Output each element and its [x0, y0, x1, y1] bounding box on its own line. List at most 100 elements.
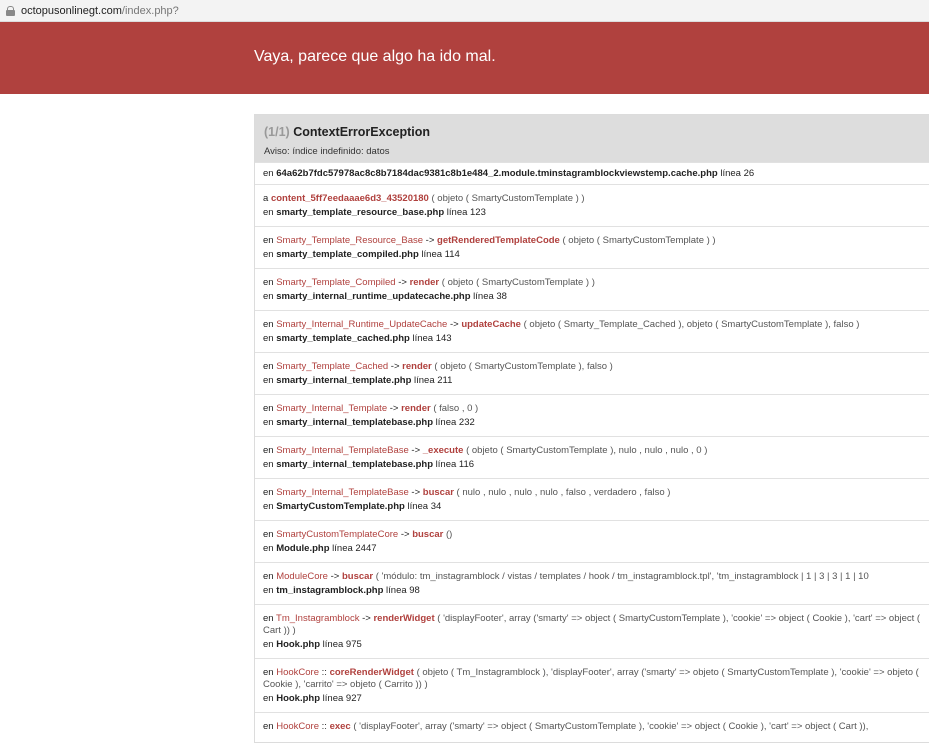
stack-frame: en Tm_Instagramblock -> renderWidget ( '…	[255, 604, 929, 658]
frame-operator: ::	[319, 667, 330, 678]
frame-class: Smarty_Internal_TemplateBase	[276, 487, 409, 498]
frame-operator: ->	[359, 613, 374, 624]
frame-prefix: en	[263, 319, 277, 330]
frame-operator: ->	[423, 235, 438, 246]
frame-operator: ->	[388, 361, 403, 372]
frame-prefix: en	[263, 667, 277, 678]
frame-file-prefix: en	[263, 291, 277, 302]
frame-line: línea 34	[404, 501, 442, 512]
frame-class: ModuleCore	[276, 571, 328, 582]
frame-function: exec	[329, 721, 351, 732]
url-path: /index.php?	[121, 4, 179, 17]
frame-operator: ->	[408, 487, 423, 498]
frame-args: ( objeto ( SmartyCustomTemplate ) )	[428, 193, 585, 204]
frame-args: ( falso , 0 )	[430, 403, 479, 414]
frame-line: línea 38	[470, 291, 507, 302]
frame-args: ( 'displayFooter', array ('smarty' => ob…	[350, 721, 869, 732]
frame-line: línea 26	[717, 168, 755, 179]
error-banner-title: Vaya, parece que algo ha ido mal.	[254, 48, 496, 65]
exception-count: (1/1)	[264, 125, 290, 139]
error-banner: Vaya, parece que algo ha ido mal.	[0, 22, 929, 94]
frame-function: render	[402, 361, 432, 372]
frame-function: buscar	[412, 529, 444, 540]
frame-operator: ::	[319, 721, 330, 732]
frame-file: smarty_internal_template.php	[276, 375, 412, 386]
frame-prefix: en	[263, 403, 277, 414]
frame-prefix: en	[263, 445, 277, 456]
stack-frame: en Smarty_Internal_TemplateBase -> _exec…	[255, 436, 929, 478]
address-bar[interactable]: octopusonlinegt.com/index.php?	[0, 0, 929, 22]
exception-title: (1/1) ContextErrorException	[264, 125, 929, 139]
frame-function: getRenderedTemplateCode	[437, 235, 560, 246]
frame-file: smarty_internal_templatebase.php	[276, 459, 434, 470]
frame-line: línea 98	[383, 585, 420, 596]
frame-line: línea 123	[444, 207, 486, 218]
frame-file-prefix: en	[263, 543, 277, 554]
frame-line: línea 116	[433, 459, 475, 470]
frame-class: Tm_Instagramblock	[276, 613, 360, 624]
frame-function: buscar	[341, 571, 374, 582]
frame-file: 64a62b7fdc57978ac8c8b7184dac9381c8b1e484…	[276, 168, 718, 179]
frame-file-prefix: en	[263, 585, 277, 596]
frame-args: ( nulo , nulo , nulo , nulo , falso , ve…	[453, 487, 671, 498]
frame-file: Module.php	[276, 543, 330, 554]
frame-file: smarty_template_cached.php	[276, 333, 410, 344]
frame-file: smarty_internal_runtime_updatecache.php	[276, 291, 471, 302]
frame-args: ( objeto ( SmartyCustomTemplate ), nulo …	[463, 445, 708, 456]
frame-file-prefix: en	[263, 375, 277, 386]
frame-class: Smarty_Internal_Runtime_UpdateCache	[276, 319, 448, 330]
frame-args: ()	[443, 529, 453, 540]
frame-line: línea 232	[433, 417, 475, 428]
frame-prefix: en	[263, 571, 277, 582]
stack-frame: en SmartyCustomTemplateCore -> buscar ()…	[255, 520, 929, 562]
exception-trace: (1/1) ContextErrorException Aviso: índic…	[254, 114, 929, 743]
frame-class: Smarty_Template_Resource_Base	[276, 235, 424, 246]
stack-frame: en HookCore :: exec ( 'displayFooter', a…	[255, 712, 929, 742]
stack-frame: en Smarty_Template_Cached -> render ( ob…	[255, 352, 929, 394]
lock-icon	[6, 5, 15, 16]
frame-file-prefix: en	[263, 249, 277, 260]
frame-function: content_5ff7eedaaae6d3_43520180	[270, 193, 429, 204]
frame-args: ( objeto ( SmartyCustomTemplate ) )	[439, 277, 595, 288]
frame-file-prefix: en	[263, 333, 277, 344]
frame-class: Smarty_Template_Cached	[276, 361, 389, 372]
frame-function: render	[409, 277, 440, 288]
frame-file: smarty_template_resource_base.php	[276, 207, 445, 218]
frame-prefix: en	[263, 613, 277, 624]
frame-class: SmartyCustomTemplateCore	[276, 529, 399, 540]
frame-file-prefix: en	[263, 417, 277, 428]
frame-operator: ->	[408, 445, 423, 456]
frame-line: línea 975	[320, 639, 362, 650]
frame-file-prefix: en	[263, 207, 277, 218]
frame-prefix: en	[263, 487, 277, 498]
frame-prefix: en	[263, 168, 277, 179]
frame-function: coreRenderWidget	[329, 667, 414, 678]
frame-file-prefix: en	[263, 693, 277, 704]
frame-line: línea 2447	[329, 543, 377, 554]
exception-header: (1/1) ContextErrorException Aviso: índic…	[255, 115, 929, 162]
frame-file: Hook.php	[276, 639, 321, 650]
frame-function: renderWidget	[373, 613, 435, 624]
frame-file: smarty_internal_templatebase.php	[276, 417, 434, 428]
frame-file: smarty_template_compiled.php	[276, 249, 419, 260]
frame-class: HookCore	[276, 667, 319, 678]
stack-frame: a content_5ff7eedaaae6d3_43520180 ( obje…	[255, 184, 929, 226]
frame-args: ( objeto ( Smarty_Template_Cached ), obj…	[520, 319, 860, 330]
frame-prefix: en	[263, 361, 277, 372]
stack-frame: en 64a62b7fdc57978ac8c8b7184dac9381c8b1e…	[255, 162, 929, 184]
frame-class: HookCore	[276, 721, 319, 732]
stack-frame: en ModuleCore -> buscar ( 'módulo: tm_in…	[255, 562, 929, 604]
frame-file-prefix: en	[263, 639, 277, 650]
frame-prefix: a	[263, 193, 271, 204]
frame-operator: ->	[395, 277, 410, 288]
frame-line: línea 114	[418, 249, 460, 260]
frame-function: updateCache	[461, 319, 521, 330]
frame-file: tm_instagramblock.php	[276, 585, 384, 596]
frame-class: Smarty_Template_Compiled	[276, 277, 396, 288]
frame-line: línea 211	[411, 375, 453, 386]
frame-prefix: en	[263, 277, 277, 288]
stack-frame: en Smarty_Internal_Template -> render ( …	[255, 394, 929, 436]
stack-frames: en 64a62b7fdc57978ac8c8b7184dac9381c8b1e…	[255, 162, 929, 742]
frame-class: Smarty_Internal_Template	[276, 403, 388, 414]
frame-function: _execute	[422, 445, 464, 456]
